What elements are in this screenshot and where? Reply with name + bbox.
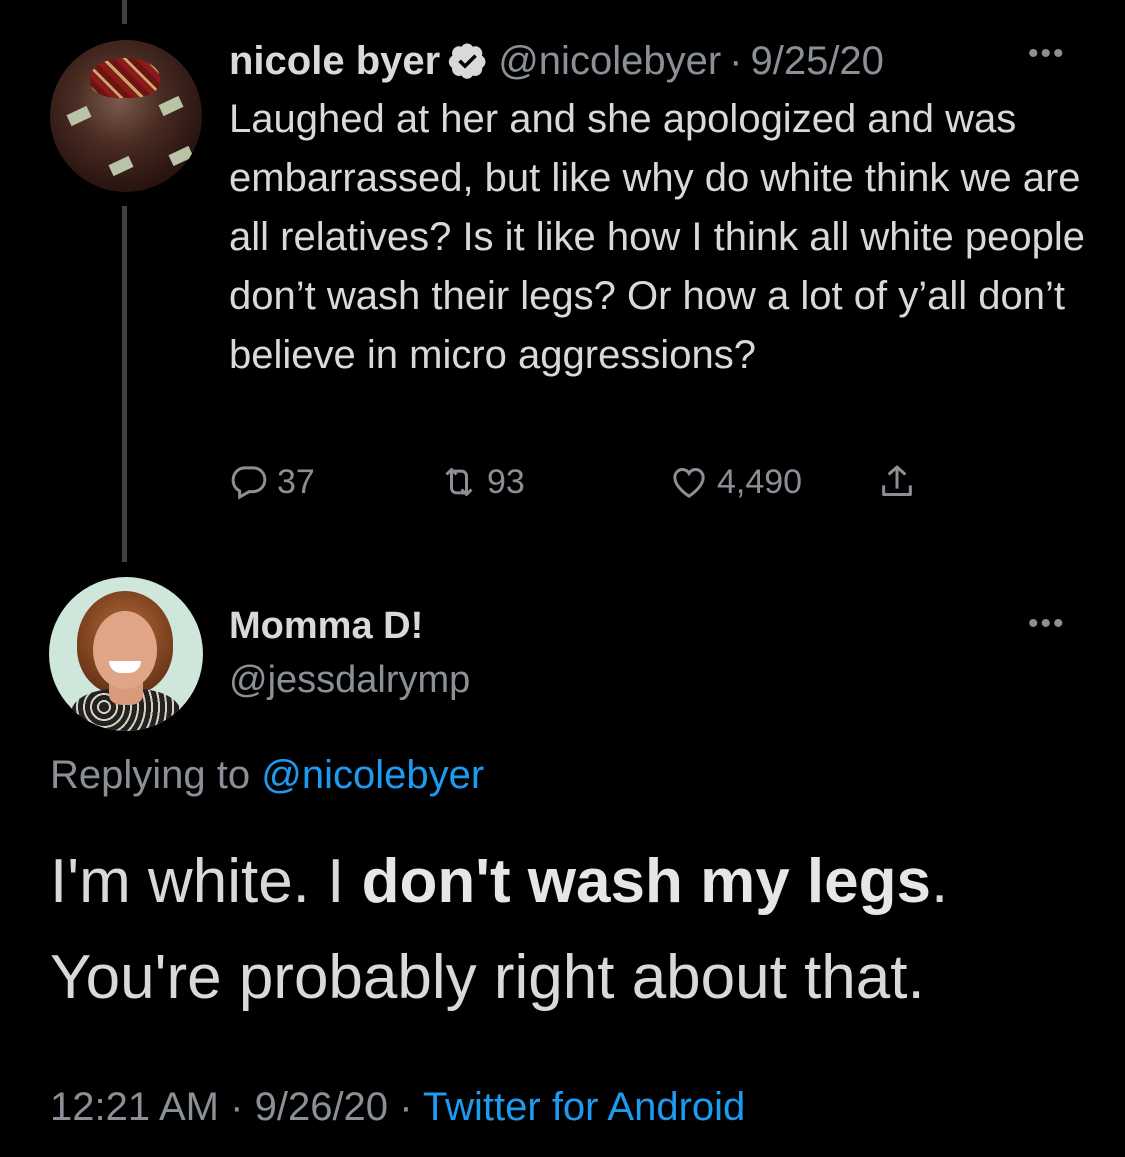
reply-text-bold: don't wash my legs	[361, 847, 931, 916]
thread-line-connector	[122, 206, 127, 562]
footer-separator-2: ·	[399, 1085, 413, 1129]
reply-text-part1: I'm white. I	[50, 847, 362, 916]
tweet-actions-bar: 37 93 4,490	[229, 462, 989, 512]
reply-text-line2: You're probably right about that.	[50, 943, 925, 1012]
tweet-text: Laughed at her and she apologized and wa…	[229, 97, 1085, 377]
reply-author-name[interactable]: Momma D!	[229, 602, 423, 650]
reply-metadata: 12:21 AM · 9/26/20 · Twitter for Android	[50, 1080, 745, 1134]
share-button[interactable]	[877, 462, 925, 502]
like-count: 4,490	[717, 462, 803, 501]
avatar-hat-detail	[90, 58, 160, 98]
share-icon	[882, 465, 912, 496]
reply-date[interactable]: 9/26/20	[255, 1085, 388, 1129]
replying-prefix: Replying to	[50, 753, 251, 797]
reply-time[interactable]: 12:21 AM	[50, 1085, 219, 1129]
replying-to-line: Replying to @nicolebyer	[50, 750, 484, 800]
thread-line-top	[122, 0, 127, 24]
momma-d-avatar[interactable]	[49, 577, 203, 731]
verified-badge-icon	[449, 43, 486, 79]
source-app-link[interactable]: Twitter for Android	[423, 1085, 745, 1129]
author-handle[interactable]: @nicolebyer	[498, 36, 721, 86]
tweet-date[interactable]: 9/25/20	[750, 36, 883, 86]
reply-author-handle[interactable]: @jessdalrymp	[229, 656, 470, 704]
reply-more-options-icon[interactable]: •••	[1028, 609, 1066, 639]
tweet-thread-page: nicole byer @nicolebyer · 9/25/20 ••• La…	[0, 0, 1125, 1157]
retweet-count: 93	[487, 462, 525, 501]
nicole-byer-avatar[interactable]	[50, 40, 202, 192]
more-options-icon[interactable]: •••	[1028, 39, 1066, 69]
replying-mention-link[interactable]: @nicolebyer	[261, 753, 484, 797]
reply-button[interactable]: 37	[229, 462, 315, 502]
reply-text-part2: .	[931, 847, 949, 916]
like-button[interactable]: 4,490	[669, 462, 802, 502]
dot-separator: ·	[729, 39, 743, 83]
heart-icon	[673, 467, 705, 498]
footer-separator-1: ·	[230, 1085, 244, 1129]
tweet-header: nicole byer @nicolebyer · 9/25/20	[229, 36, 884, 86]
reply-count: 37	[277, 462, 315, 501]
author-name[interactable]: nicole byer	[229, 36, 440, 86]
reply-text: I'm white. I don't wash my legs. You're …	[50, 834, 1090, 1026]
reply-icon	[231, 466, 267, 500]
retweet-button[interactable]: 93	[439, 462, 525, 502]
retweet-icon	[445, 468, 473, 496]
